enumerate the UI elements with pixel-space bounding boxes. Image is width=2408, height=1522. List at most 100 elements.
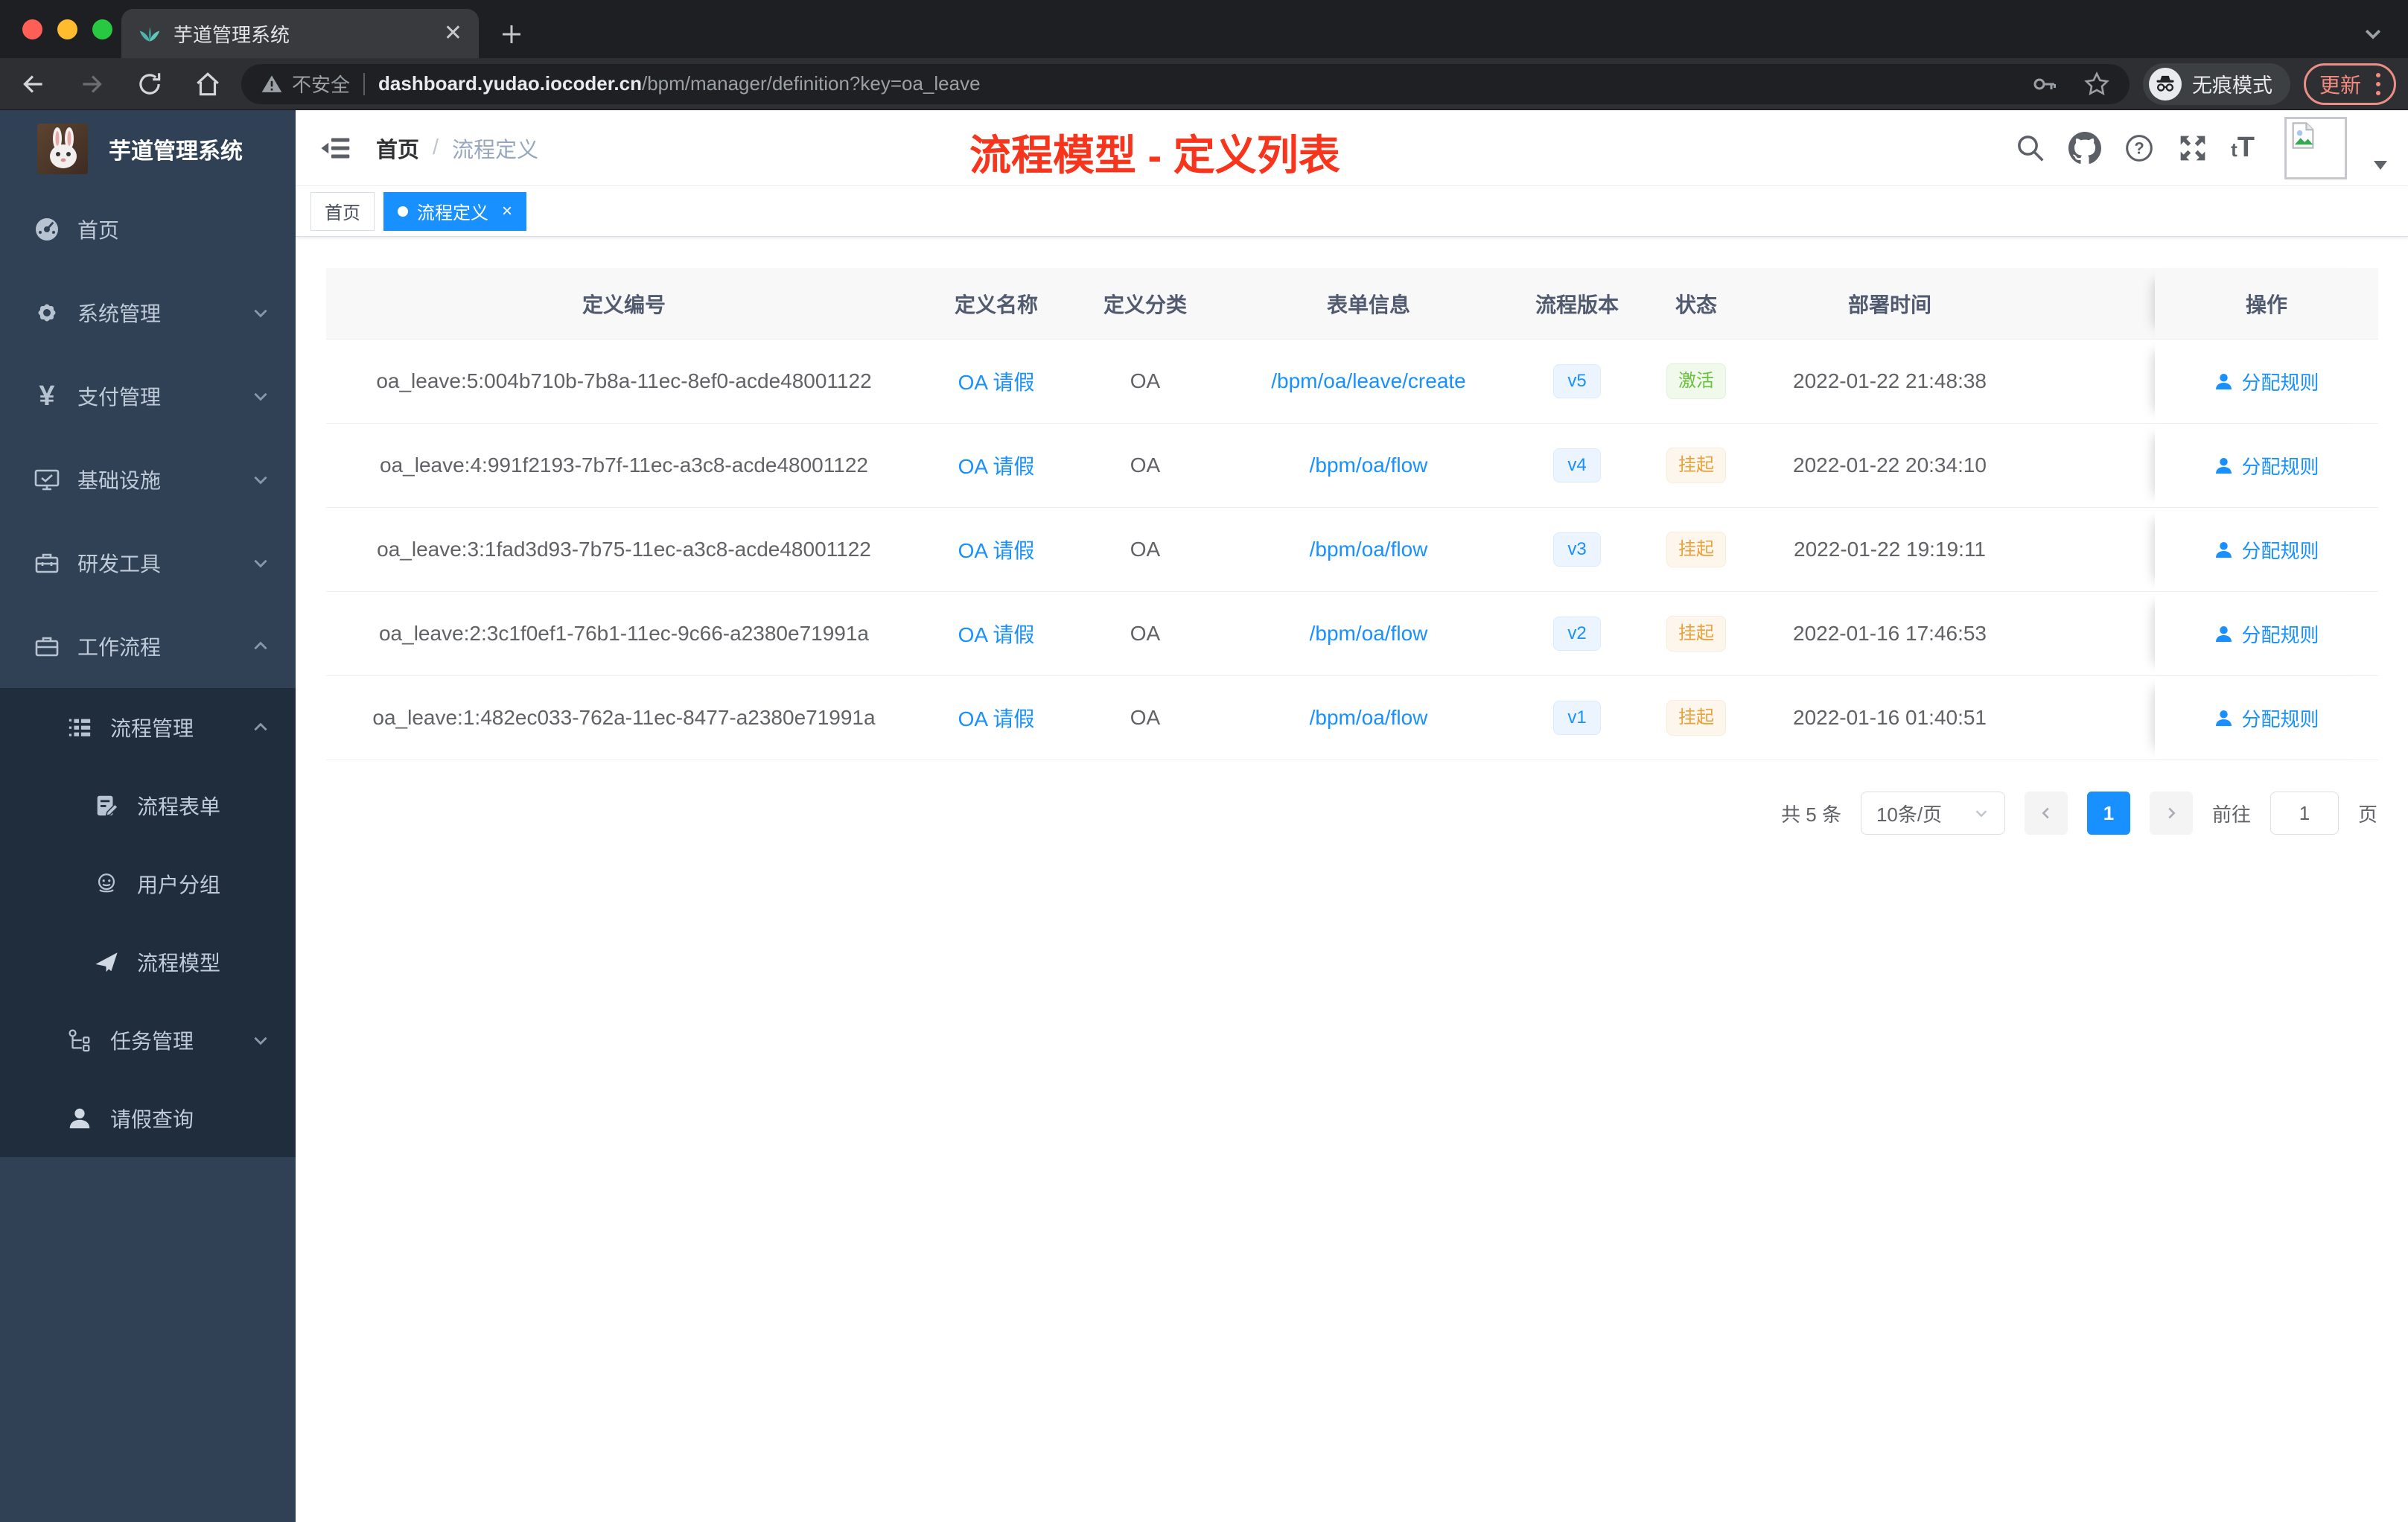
update-label: 更新 (2319, 73, 2361, 97)
goto-page-input[interactable]: 1 (2270, 792, 2339, 835)
assign-rule-button[interactable]: 分配规则 (2214, 368, 2319, 395)
deploy-time: 2022-01-22 21:48:38 (1793, 369, 1987, 392)
definition-name-link[interactable]: OA 请假 (958, 703, 1035, 733)
window-close-button[interactable] (22, 19, 42, 39)
form-link[interactable]: /bpm/oa/flow (1310, 706, 1428, 730)
tab-close-icon[interactable]: ✕ (444, 22, 462, 45)
help-icon[interactable]: ? (2124, 133, 2155, 164)
definition-name-link[interactable]: OA 请假 (958, 535, 1035, 564)
col-header-actions: 操作 (2155, 268, 2378, 339)
assign-rule-button[interactable]: 分配规则 (2214, 536, 2319, 564)
deploy-time: 2022-01-22 19:19:11 (1794, 538, 1986, 561)
logo-rabbit-avatar (37, 124, 88, 174)
col-header-id: 定义编号 (582, 293, 666, 316)
assign-rule-button[interactable]: 分配规则 (2214, 452, 2319, 480)
browser-menu-dots-icon[interactable] (2376, 72, 2380, 95)
sidebar-item-process-form[interactable]: 流程表单 (0, 766, 296, 844)
version-badge: v2 (1553, 616, 1601, 652)
tree-icon (66, 1028, 94, 1053)
sidebar-item-home[interactable]: 首页 (0, 188, 296, 271)
sidebar-toggle-hamburger-icon[interactable] (319, 132, 352, 165)
definition-table: 定义编号 定义名称 定义分类 表单信息 流程版本 状态 部署时间 操作 oa_l… (326, 268, 2378, 760)
table-row: oa_leave:2:3c1f0ef1-76b1-11ec-9c66-a2380… (326, 592, 2378, 676)
sidebar-item-task-management[interactable]: 任务管理 (0, 1001, 296, 1079)
sidebar-logo[interactable]: 芋道管理系统 (0, 110, 296, 188)
browser-toolbar: 不安全 dashboard.yudao.iocoder.cn/bpm/manag… (0, 58, 2408, 110)
table-row: oa_leave:3:1fad3d93-7b75-11ec-a3c8-acde4… (326, 508, 2378, 592)
chevron-down-icon (251, 1031, 270, 1050)
tab-title: 芋道管理系统 (173, 23, 290, 46)
fullscreen-icon[interactable] (2177, 133, 2208, 164)
assign-rule-button[interactable]: 分配规则 (2214, 620, 2319, 648)
status-badge: 挂起 (1666, 615, 1726, 652)
url-bar[interactable]: 不安全 dashboard.yudao.iocoder.cn/bpm/manag… (241, 63, 2130, 104)
navbar: 首页 / 流程定义 流程模型 - 定义列表 ? tT (296, 110, 2408, 186)
svg-text:?: ? (2134, 138, 2144, 157)
col-header-deploy-time: 部署时间 (1847, 293, 1931, 316)
sidebar-item-payment[interactable]: ¥ 支付管理 (0, 354, 296, 438)
definition-category: OA (1130, 706, 1161, 729)
definition-name-link[interactable]: OA 请假 (958, 450, 1035, 480)
form-link[interactable]: /bpm/oa/flow (1310, 453, 1428, 477)
definition-name-link[interactable]: OA 请假 (958, 619, 1035, 649)
form-link[interactable]: /bpm/oa/flow (1310, 622, 1428, 646)
key-icon[interactable] (2031, 71, 2058, 98)
chevron-down-icon (251, 386, 270, 406)
tags-view-bar: 首页 流程定义 × (296, 186, 2408, 237)
breadcrumb-home[interactable]: 首页 (376, 133, 419, 164)
window-zoom-button[interactable] (92, 19, 112, 39)
tag-close-icon[interactable]: × (502, 201, 512, 222)
chevron-down-icon (251, 553, 270, 573)
window-minimize-button[interactable] (57, 19, 77, 39)
forward-button[interactable] (77, 70, 106, 98)
sidebar-item-devtools[interactable]: 研发工具 (0, 521, 296, 605)
window-controls[interactable] (22, 19, 112, 39)
definition-name-link[interactable]: OA 请假 (958, 366, 1035, 396)
prev-page-button[interactable] (2024, 792, 2068, 835)
security-chip[interactable]: 不安全 (261, 70, 350, 98)
col-header-version: 流程版本 (1535, 293, 1619, 316)
bookmark-star-icon[interactable] (2083, 71, 2110, 98)
group-icon (92, 871, 121, 897)
security-label: 不安全 (292, 74, 351, 96)
avatar[interactable] (2284, 116, 2347, 179)
status-badge: 挂起 (1666, 531, 1726, 568)
form-link[interactable]: /bpm/oa/flow (1310, 538, 1428, 561)
tag-process-definition[interactable]: 流程定义 × (383, 191, 527, 231)
tab-search-chevron-icon[interactable] (2362, 22, 2384, 45)
definition-id: oa_leave:2:3c1f0ef1-76b1-11ec-9c66-a2380… (378, 622, 869, 645)
sidebar-item-leave-query[interactable]: 请假查询 (0, 1079, 296, 1157)
new-tab-button[interactable] (498, 21, 525, 48)
status-badge: 挂起 (1666, 699, 1726, 736)
font-size-icon[interactable]: tT (2231, 132, 2255, 164)
sidebar-item-process-model[interactable]: 流程模型 (0, 923, 296, 1001)
browser-tab[interactable]: 芋道管理系统 ✕ (121, 9, 479, 58)
next-page-button[interactable] (2149, 792, 2193, 835)
browser-update-button[interactable]: 更新 (2303, 63, 2396, 105)
form-link[interactable]: /bpm/oa/leave/create (1271, 369, 1466, 393)
sidebar-item-process-management[interactable]: 流程管理 (0, 688, 296, 766)
sidebar-item-system[interactable]: 系统管理 (0, 271, 296, 354)
col-header-category: 定义分类 (1103, 293, 1187, 316)
sidebar: 芋道管理系统 首页 系统管理 ¥ 支付管理 基础设施 研发工具 工作流程 流程管… (0, 110, 296, 1522)
page-number-active[interactable]: 1 (2086, 792, 2130, 835)
assign-rule-button[interactable]: 分配规则 (2214, 704, 2319, 732)
deploy-time: 2022-01-16 01:40:51 (1793, 706, 1987, 729)
sidebar-item-workflow[interactable]: 工作流程 (0, 605, 296, 688)
reload-button[interactable] (136, 70, 164, 98)
back-button[interactable] (19, 70, 48, 98)
briefcase-icon (33, 633, 61, 660)
page-size-select[interactable]: 10条/页 (1860, 792, 2005, 835)
search-icon[interactable] (2015, 133, 2046, 164)
user-icon (2216, 373, 2232, 389)
github-icon[interactable] (2068, 131, 2102, 165)
sidebar-item-user-group[interactable]: 用户分组 (0, 844, 296, 923)
tag-home[interactable]: 首页 (310, 191, 375, 231)
status-badge: 激活 (1666, 363, 1726, 400)
definition-id: oa_leave:5:004b710b-7b8a-11ec-8ef0-acde4… (376, 369, 872, 392)
breadcrumb: 首页 / 流程定义 (376, 133, 538, 164)
avatar-caret-down-icon[interactable] (2372, 159, 2389, 171)
col-header-status: 状态 (1675, 293, 1717, 316)
sidebar-item-infra[interactable]: 基础设施 (0, 438, 296, 521)
home-button[interactable] (194, 70, 222, 98)
